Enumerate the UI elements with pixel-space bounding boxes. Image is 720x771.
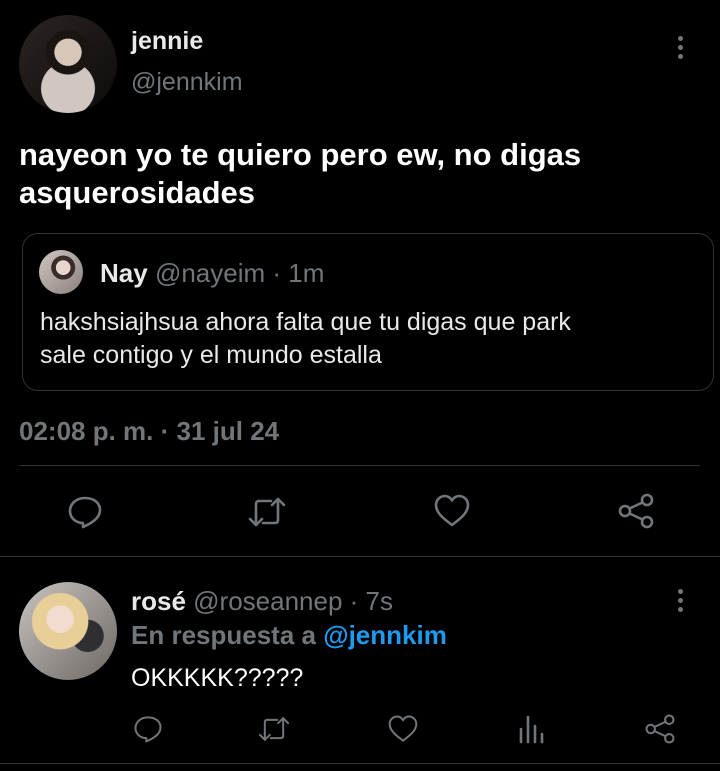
quoted-time: · 1m: [272, 258, 325, 288]
tweet-timestamp[interactable]: 02:08 p. m. · 31 jul 24: [19, 416, 279, 447]
like-icon[interactable]: [433, 493, 471, 529]
quoted-text-line-1: hakshsiajhsua ahora falta que tu digas q…: [40, 308, 571, 336]
share-icon[interactable]: [616, 492, 656, 530]
in-reply-to-handle[interactable]: @jennkim: [323, 620, 447, 650]
tweet-text-line-2: asquerosidades: [19, 175, 256, 210]
reply-reply-icon[interactable]: [133, 714, 163, 744]
quoted-author-handle: @nayeim: [154, 258, 266, 288]
divider: [19, 465, 700, 466]
quoted-author-name: Nay: [100, 258, 148, 288]
nay-avatar: [39, 250, 83, 294]
views-icon[interactable]: [517, 714, 547, 744]
divider: [0, 556, 720, 557]
author-handle[interactable]: @jennkim: [131, 68, 243, 97]
reply-author-name[interactable]: rosé: [131, 586, 186, 616]
reply-time: · 7s: [349, 586, 394, 616]
retweet-icon[interactable]: [247, 494, 287, 530]
reply-text: OKKKKK?????: [131, 664, 304, 692]
quoted-text-line-2: sale contigo y el mundo estalla: [40, 341, 382, 369]
reply-author-handle[interactable]: @roseannep: [193, 586, 342, 616]
reply-share-icon[interactable]: [643, 713, 677, 745]
quoted-tweet-header: Nay @nayeim · 1m: [100, 258, 324, 289]
tweet-text: nayeon yo te quiero pero ew, no digas as…: [19, 136, 581, 212]
jennie-avatar[interactable]: [19, 15, 117, 113]
reply-header: rosé @roseannep · 7s: [131, 586, 393, 617]
author-name[interactable]: jennie: [131, 27, 203, 56]
in-reply-to-label: En respuesta a: [131, 620, 316, 650]
reply-retweet-icon[interactable]: [257, 714, 291, 744]
tweet-text-line-1: nayeon yo te quiero pero ew, no digas: [19, 137, 582, 172]
in-reply-to: En respuesta a @jennkim: [131, 620, 447, 651]
quoted-tweet-text: hakshsiajhsua ahora falta que tu digas q…: [40, 306, 571, 372]
divider: [0, 763, 720, 764]
reply-like-icon[interactable]: [387, 714, 419, 744]
rose-avatar[interactable]: [19, 582, 117, 680]
reply-more-options-icon[interactable]: [677, 589, 683, 612]
more-options-icon[interactable]: [677, 36, 683, 59]
reply-icon[interactable]: [67, 494, 103, 530]
